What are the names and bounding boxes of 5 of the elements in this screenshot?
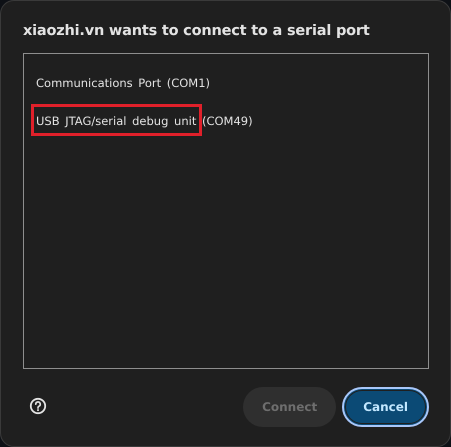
port-item[interactable]: USB JTAG/serial debug unit (COM49)	[24, 102, 428, 140]
dialog-title: xiaozhi.vn wants to connect to a serial port	[23, 23, 371, 41]
help-icon[interactable]	[29, 397, 47, 415]
port-item[interactable]: Communications Port (COM1)	[24, 64, 428, 102]
cancel-button[interactable]: Cancel	[342, 387, 429, 427]
